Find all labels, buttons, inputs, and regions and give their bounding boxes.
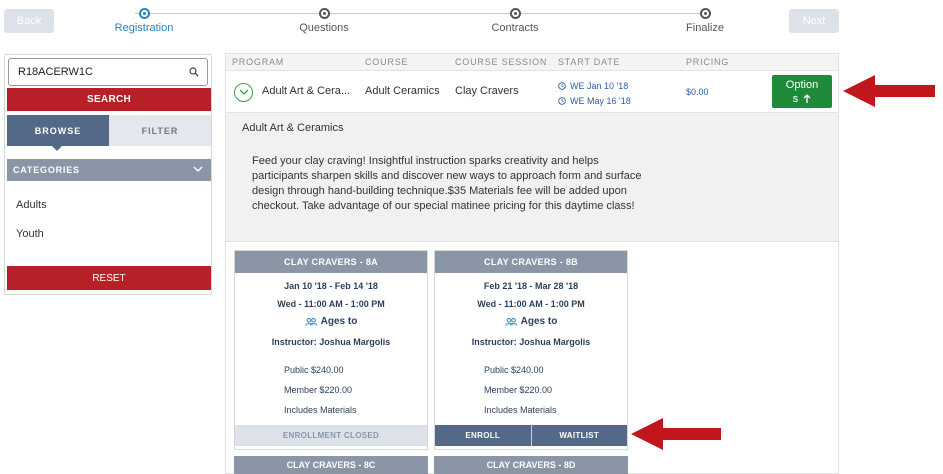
sidebar: R18ACERW1C SEARCH BROWSE FILTER CATEGORI… xyxy=(4,54,212,295)
step-label: Finalize xyxy=(686,22,724,34)
waitlist-button[interactable]: WAITLIST xyxy=(530,425,627,446)
tab-browse[interactable]: BROWSE xyxy=(7,115,109,151)
chevron-down-icon xyxy=(193,166,203,172)
session-time: Wed - 11:00 AM - 1:00 PM xyxy=(477,299,585,309)
category-item-youth[interactable]: Youth xyxy=(16,228,44,240)
column-header-pricing: PRICING xyxy=(686,57,730,67)
reset-button[interactable]: RESET xyxy=(7,266,211,290)
main-panel: PROGRAM COURSE COURSE SESSION START DATE… xyxy=(225,53,839,474)
chevron-circle-icon xyxy=(239,89,249,95)
session-card-footer: ENROLL WAITLIST xyxy=(435,425,627,446)
column-header-program: PROGRAM xyxy=(232,57,285,67)
description-line: checkout. Take advantage of our special … xyxy=(252,200,635,212)
row-session: Clay Cravers xyxy=(455,85,519,97)
step-questions[interactable]: Questions xyxy=(264,8,384,34)
date-end-text: WE May 16 '18 xyxy=(570,96,631,106)
stepper-track xyxy=(135,13,705,14)
expand-toggle[interactable] xyxy=(234,83,253,102)
session-instructor: Instructor: Joshua Margolis xyxy=(471,337,591,347)
step-indicator-icon xyxy=(509,8,521,19)
session-card-8a: CLAY CRAVERS - 8A Jan 10 '18 - Feb 14 '1… xyxy=(234,250,428,450)
session-card-title: CLAY CRAVERS - 8B xyxy=(435,251,627,273)
description-text: Feed your clay craving! Insightful instr… xyxy=(252,154,667,214)
step-label: Contracts xyxy=(491,22,539,34)
search-button[interactable]: SEARCH xyxy=(7,88,211,111)
row-date-start: WE Jan 10 '18 xyxy=(558,81,628,91)
options-label-line1: Option xyxy=(785,79,819,91)
session-card-footer: ENROLLMENT CLOSED xyxy=(235,425,427,446)
row-date-end: WE May 16 '18 xyxy=(558,96,631,106)
price-member: Member $220.00 xyxy=(484,385,553,395)
search-input[interactable]: R18ACERW1C xyxy=(8,58,208,86)
description-line: Feed your clay craving! Insightful instr… xyxy=(252,155,599,167)
back-button[interactable]: Back xyxy=(4,9,54,33)
enroll-button[interactable]: ENROLL xyxy=(435,425,531,446)
row-program: Adult Art & Cera... xyxy=(262,85,351,97)
step-finalize[interactable]: Finalize xyxy=(645,8,765,34)
session-ages: Ages to xyxy=(235,316,427,327)
ages-text: Ages to xyxy=(520,316,558,327)
table-header: PROGRAM COURSE COURSE SESSION START DATE… xyxy=(226,54,838,71)
step-indicator-icon xyxy=(138,8,150,19)
price-public: Public $240.00 xyxy=(284,365,344,375)
description-line: design through hand-building technique.$… xyxy=(252,185,627,197)
search-input-value: R18ACERW1C xyxy=(18,66,93,78)
price-public: Public $240.00 xyxy=(484,365,544,375)
step-registration[interactable]: Registration xyxy=(84,8,204,34)
session-dates: Jan 10 '18 - Feb 14 '18 xyxy=(284,281,378,291)
session-time: Wed - 11:00 AM - 1:00 PM xyxy=(277,299,385,309)
step-indicator-icon xyxy=(318,8,330,19)
group-icon xyxy=(504,317,517,326)
session-instructor: Instructor: Joshua Margolis xyxy=(271,337,391,347)
session-card-title: CLAY CRAVERS - 8A xyxy=(235,251,427,273)
session-ages: Ages to xyxy=(435,316,627,327)
price-member: Member $220.00 xyxy=(284,385,353,395)
table-row[interactable]: Adult Art & Cera... Adult Ceramics Clay … xyxy=(226,72,838,112)
session-card-8d-title[interactable]: CLAY CRAVERS - 8D xyxy=(434,456,628,474)
clock-icon xyxy=(558,97,566,105)
session-card-8c-title[interactable]: CLAY CRAVERS - 8C xyxy=(234,456,428,474)
session-dates: Feb 21 '18 - Mar 28 '18 xyxy=(483,281,579,291)
includes-materials: Includes Materials xyxy=(484,405,557,415)
red-arrow-icon xyxy=(631,418,721,450)
options-button[interactable]: Option s xyxy=(772,75,832,108)
step-contracts[interactable]: Contracts xyxy=(455,8,575,34)
session-card-8b: CLAY CRAVERS - 8B Feb 21 '18 - Mar 28 '1… xyxy=(434,250,628,450)
step-label: Questions xyxy=(299,22,349,34)
categories-label: CATEGORIES xyxy=(13,165,80,175)
column-header-course-session: COURSE SESSION xyxy=(455,57,548,67)
column-header-start-date: START DATE xyxy=(558,57,621,67)
options-label-line2: s xyxy=(772,92,832,106)
red-arrow-icon xyxy=(843,75,935,107)
sidebar-tabs: BROWSE FILTER xyxy=(7,115,211,151)
search-icon[interactable] xyxy=(189,67,199,77)
category-item-adults[interactable]: Adults xyxy=(16,199,47,211)
arrow-up-icon xyxy=(803,94,811,103)
description-line: participants sharpen skills and discover… xyxy=(252,170,642,182)
tab-filter[interactable]: FILTER xyxy=(109,115,211,146)
group-icon xyxy=(304,317,317,326)
options-label-text: s xyxy=(792,93,799,105)
ages-text: Ages to xyxy=(320,316,358,327)
column-header-course: COURSE xyxy=(365,57,409,67)
description-title: Adult Art & Ceramics xyxy=(242,122,344,134)
includes-materials: Includes Materials xyxy=(284,405,357,415)
session-cards: CLAY CRAVERS - 8A Jan 10 '18 - Feb 14 '1… xyxy=(226,242,838,474)
step-label: Registration xyxy=(114,22,174,34)
enrollment-closed-status: ENROLLMENT CLOSED xyxy=(235,425,427,446)
categories-header[interactable]: CATEGORIES xyxy=(7,159,211,181)
row-price: $0.00 xyxy=(686,87,709,97)
date-start-text: WE Jan 10 '18 xyxy=(570,81,629,91)
row-course: Adult Ceramics xyxy=(365,85,440,97)
clock-icon xyxy=(558,82,566,90)
course-description: Adult Art & Ceramics Feed your clay crav… xyxy=(226,112,838,242)
next-button[interactable]: Next xyxy=(789,9,839,33)
step-indicator-icon xyxy=(699,8,711,19)
